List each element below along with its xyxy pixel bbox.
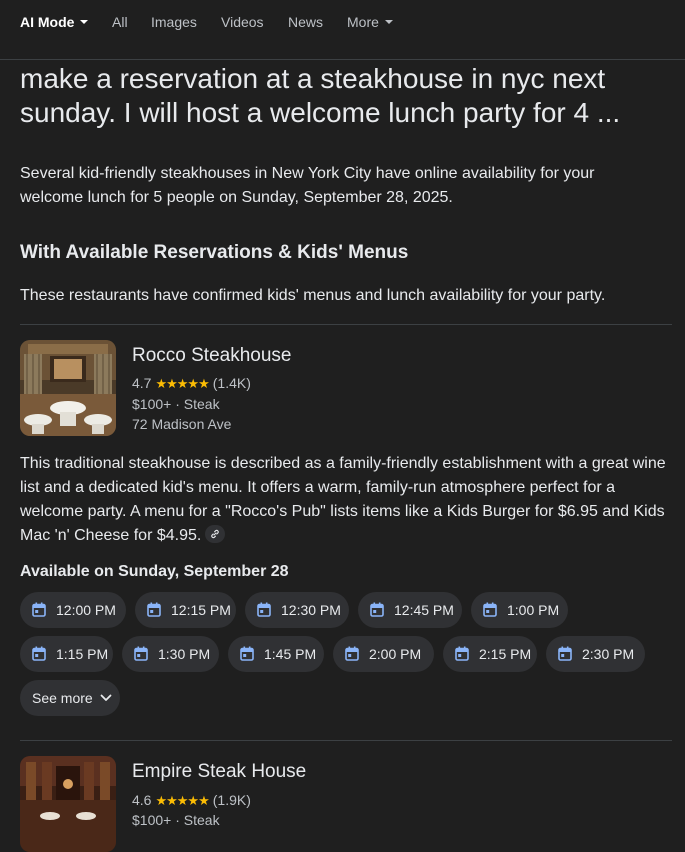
- time-slot-label: 1:45 PM: [264, 646, 317, 662]
- calendar-icon: [345, 646, 359, 661]
- restaurant-photo[interactable]: [20, 340, 116, 436]
- calendar-icon: [455, 646, 469, 661]
- time-slot-button[interactable]: 12:15 PM: [135, 592, 236, 628]
- time-slot-button[interactable]: 2:30 PM: [546, 636, 645, 672]
- restaurant-price-row: $100+ · Steak: [132, 396, 220, 412]
- link-icon[interactable]: [205, 524, 226, 543]
- review-count[interactable]: (1.9K): [213, 792, 251, 808]
- restaurant-name[interactable]: Empire Steak House: [132, 760, 306, 784]
- see-more-button[interactable]: See more: [20, 680, 120, 716]
- time-slot-label: 2:30 PM: [582, 646, 635, 662]
- price-level: $100+: [132, 396, 172, 412]
- calendar-icon: [147, 602, 161, 617]
- cuisine: Steak: [183, 396, 220, 412]
- time-slot-button[interactable]: 12:45 PM: [358, 592, 462, 628]
- rating-value: 4.7: [132, 375, 152, 391]
- time-slot-label: 1:00 PM: [507, 602, 560, 618]
- time-slot-label: 12:15 PM: [171, 602, 231, 618]
- rating-value: 4.6: [132, 792, 152, 808]
- calendar-icon: [134, 646, 148, 661]
- restaurant-rating-row: 4.6 ★★★★★ (1.9K): [132, 790, 251, 811]
- caret-down-icon: [384, 20, 393, 25]
- calendar-icon: [32, 646, 46, 661]
- time-slot-label: 12:00 PM: [56, 602, 116, 618]
- caret-down-icon: [80, 20, 89, 25]
- time-slot-label: 2:15 PM: [479, 646, 532, 662]
- restaurant-photo[interactable]: [20, 756, 116, 852]
- price-level: $100+: [132, 812, 172, 828]
- tab-videos[interactable]: Videos: [221, 14, 264, 30]
- time-slot-button[interactable]: 12:30 PM: [245, 592, 349, 628]
- time-slot-button[interactable]: 2:15 PM: [443, 636, 537, 672]
- intro-text: Several kid-friendly steakhouses in New …: [20, 165, 595, 206]
- star-rating-icon: ★★★★★: [155, 793, 209, 808]
- restaurant-rating-row: 4.7 ★★★★★ (1.4K): [132, 373, 251, 394]
- tab-ai-mode-label: AI Mode: [20, 14, 75, 30]
- tab-more-label: More: [347, 14, 379, 30]
- availability-label: Available on Sunday, September 28: [20, 563, 289, 580]
- calendar-icon: [558, 646, 572, 661]
- time-slot-label: 2:00 PM: [369, 646, 422, 662]
- divider: [20, 740, 672, 741]
- restaurant-description: This traditional steakhouse is described…: [20, 452, 670, 548]
- section-heading: With Available Reservations & Kids' Menu…: [20, 242, 409, 263]
- time-slot-label: 12:30 PM: [281, 602, 341, 618]
- calendar-icon: [32, 602, 46, 617]
- calendar-icon: [370, 602, 384, 617]
- cuisine: Steak: [183, 812, 220, 828]
- tab-more[interactable]: More: [347, 14, 393, 30]
- description-text: This traditional steakhouse is described…: [20, 455, 666, 544]
- time-slot-label: 1:30 PM: [158, 646, 211, 662]
- calendar-icon: [240, 646, 254, 661]
- tab-images[interactable]: Images: [151, 14, 197, 30]
- calendar-icon: [257, 602, 271, 617]
- restaurant-name[interactable]: Rocco Steakhouse: [132, 344, 292, 368]
- tab-ai-mode[interactable]: AI Mode: [20, 14, 89, 30]
- top-nav: AI Mode All Images Videos News More: [0, 0, 685, 60]
- restaurant-address: 72 Madison Ave: [132, 416, 232, 432]
- time-slot-button[interactable]: 12:00 PM: [20, 592, 126, 628]
- section-description: These restaurants have confirmed kids' m…: [20, 287, 606, 304]
- time-slot-label: 1:15 PM: [56, 646, 109, 662]
- time-slot-button[interactable]: 1:00 PM: [471, 592, 568, 628]
- calendar-icon: [483, 602, 497, 617]
- chevron-down-icon: [100, 694, 111, 702]
- time-slot-label: 12:45 PM: [394, 602, 454, 618]
- time-slot-button[interactable]: 1:15 PM: [20, 636, 113, 672]
- time-slot-button[interactable]: 1:30 PM: [122, 636, 219, 672]
- query-title: make a reservation at a steakhouse in ny…: [20, 63, 621, 128]
- star-rating-icon: ★★★★★: [155, 376, 209, 391]
- restaurant-price-row: $100+ · Steak: [132, 812, 220, 828]
- tab-news[interactable]: News: [288, 14, 323, 30]
- divider: [20, 324, 672, 325]
- review-count[interactable]: (1.4K): [213, 375, 251, 391]
- time-slot-button[interactable]: 2:00 PM: [333, 636, 434, 672]
- see-more-label: See more: [32, 690, 93, 706]
- tab-all[interactable]: All: [112, 14, 128, 30]
- time-slot-button[interactable]: 1:45 PM: [228, 636, 324, 672]
